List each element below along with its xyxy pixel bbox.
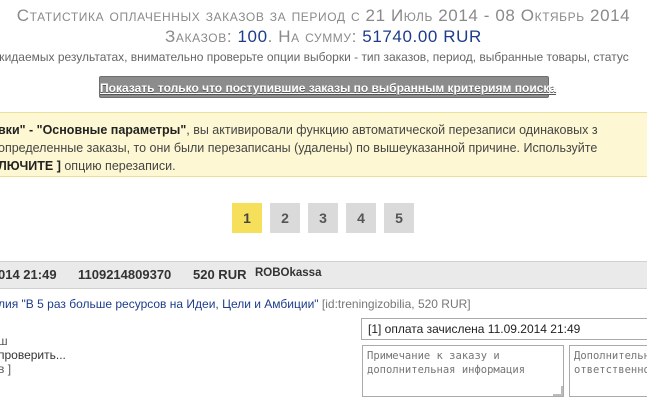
order-left-text-1: ш [0, 334, 8, 348]
orders-count: 100 [237, 27, 268, 46]
order-amount: 520 RUR [193, 267, 247, 282]
notice-line-3: ЛЮЧИТЕ ] опцию перезаписи. [0, 157, 176, 175]
order-note-resize-icon[interactable] [553, 386, 563, 396]
orders-summary: Заказов: 100. На сумму: 51740.00 RUR [0, 26, 647, 48]
order-header-row: 014 21:49 1109214809370 520 RUR ROBOkass… [0, 261, 647, 289]
notice-line-1: вки" - "Основные параметры", вы активиро… [0, 121, 598, 139]
summary-middle: . На сумму: [267, 27, 363, 46]
order-product: лия "В 5 раз больше ресурсов на Идеи, Це… [0, 296, 471, 312]
page-button-4[interactable]: 4 [346, 203, 376, 233]
overwrite-notice: вки" - "Основные параметры", вы активиро… [0, 112, 647, 177]
order-gateway: ROBOkassa [255, 267, 322, 279]
order-product-meta: [id:treningizobilia, 520 RUR] [321, 297, 471, 311]
notice-line-1-rest: , вы активировали функцию автоматической… [186, 123, 598, 137]
page-title: Статистика оплаченных заказов за период … [16, 6, 631, 25]
notice-line-3-rest: опцию перезаписи. [60, 159, 176, 173]
pagination: 12345 [232, 203, 414, 233]
page-button-1[interactable]: 1 [232, 203, 262, 233]
order-left-text-3: в ] [0, 362, 12, 376]
order-check-link[interactable]: проверить... [0, 348, 66, 362]
page-button-3[interactable]: 3 [308, 203, 338, 233]
notice-line-2: определенные заказы, то они были перезап… [0, 141, 598, 155]
responsible-note-textarea[interactable] [569, 345, 647, 397]
order-id[interactable]: 1109214809370 [78, 267, 171, 282]
selection-hint: ожидаемых результатах, внимательно прове… [0, 50, 629, 64]
summary-prefix: Заказов: [165, 27, 238, 46]
order-datetime: 014 21:49 [0, 267, 57, 282]
page-button-5[interactable]: 5 [384, 203, 414, 233]
payment-status-select[interactable]: [1] оплата зачислена 11.09.2014 21:49 [361, 318, 647, 340]
show-new-orders-button[interactable]: Показать только что поступившие заказы п… [99, 76, 556, 98]
order-product-name[interactable]: лия "В 5 раз больше ресурсов на Идеи, Це… [0, 297, 319, 311]
notice-line-1-bold: вки" - "Основные параметры" [0, 123, 187, 137]
orders-sum: 51740.00 RUR [362, 27, 482, 46]
notice-disable-link[interactable]: ЛЮЧИТЕ ] [0, 159, 61, 173]
order-note-textarea[interactable] [362, 345, 564, 397]
page-button-2[interactable]: 2 [270, 203, 300, 233]
